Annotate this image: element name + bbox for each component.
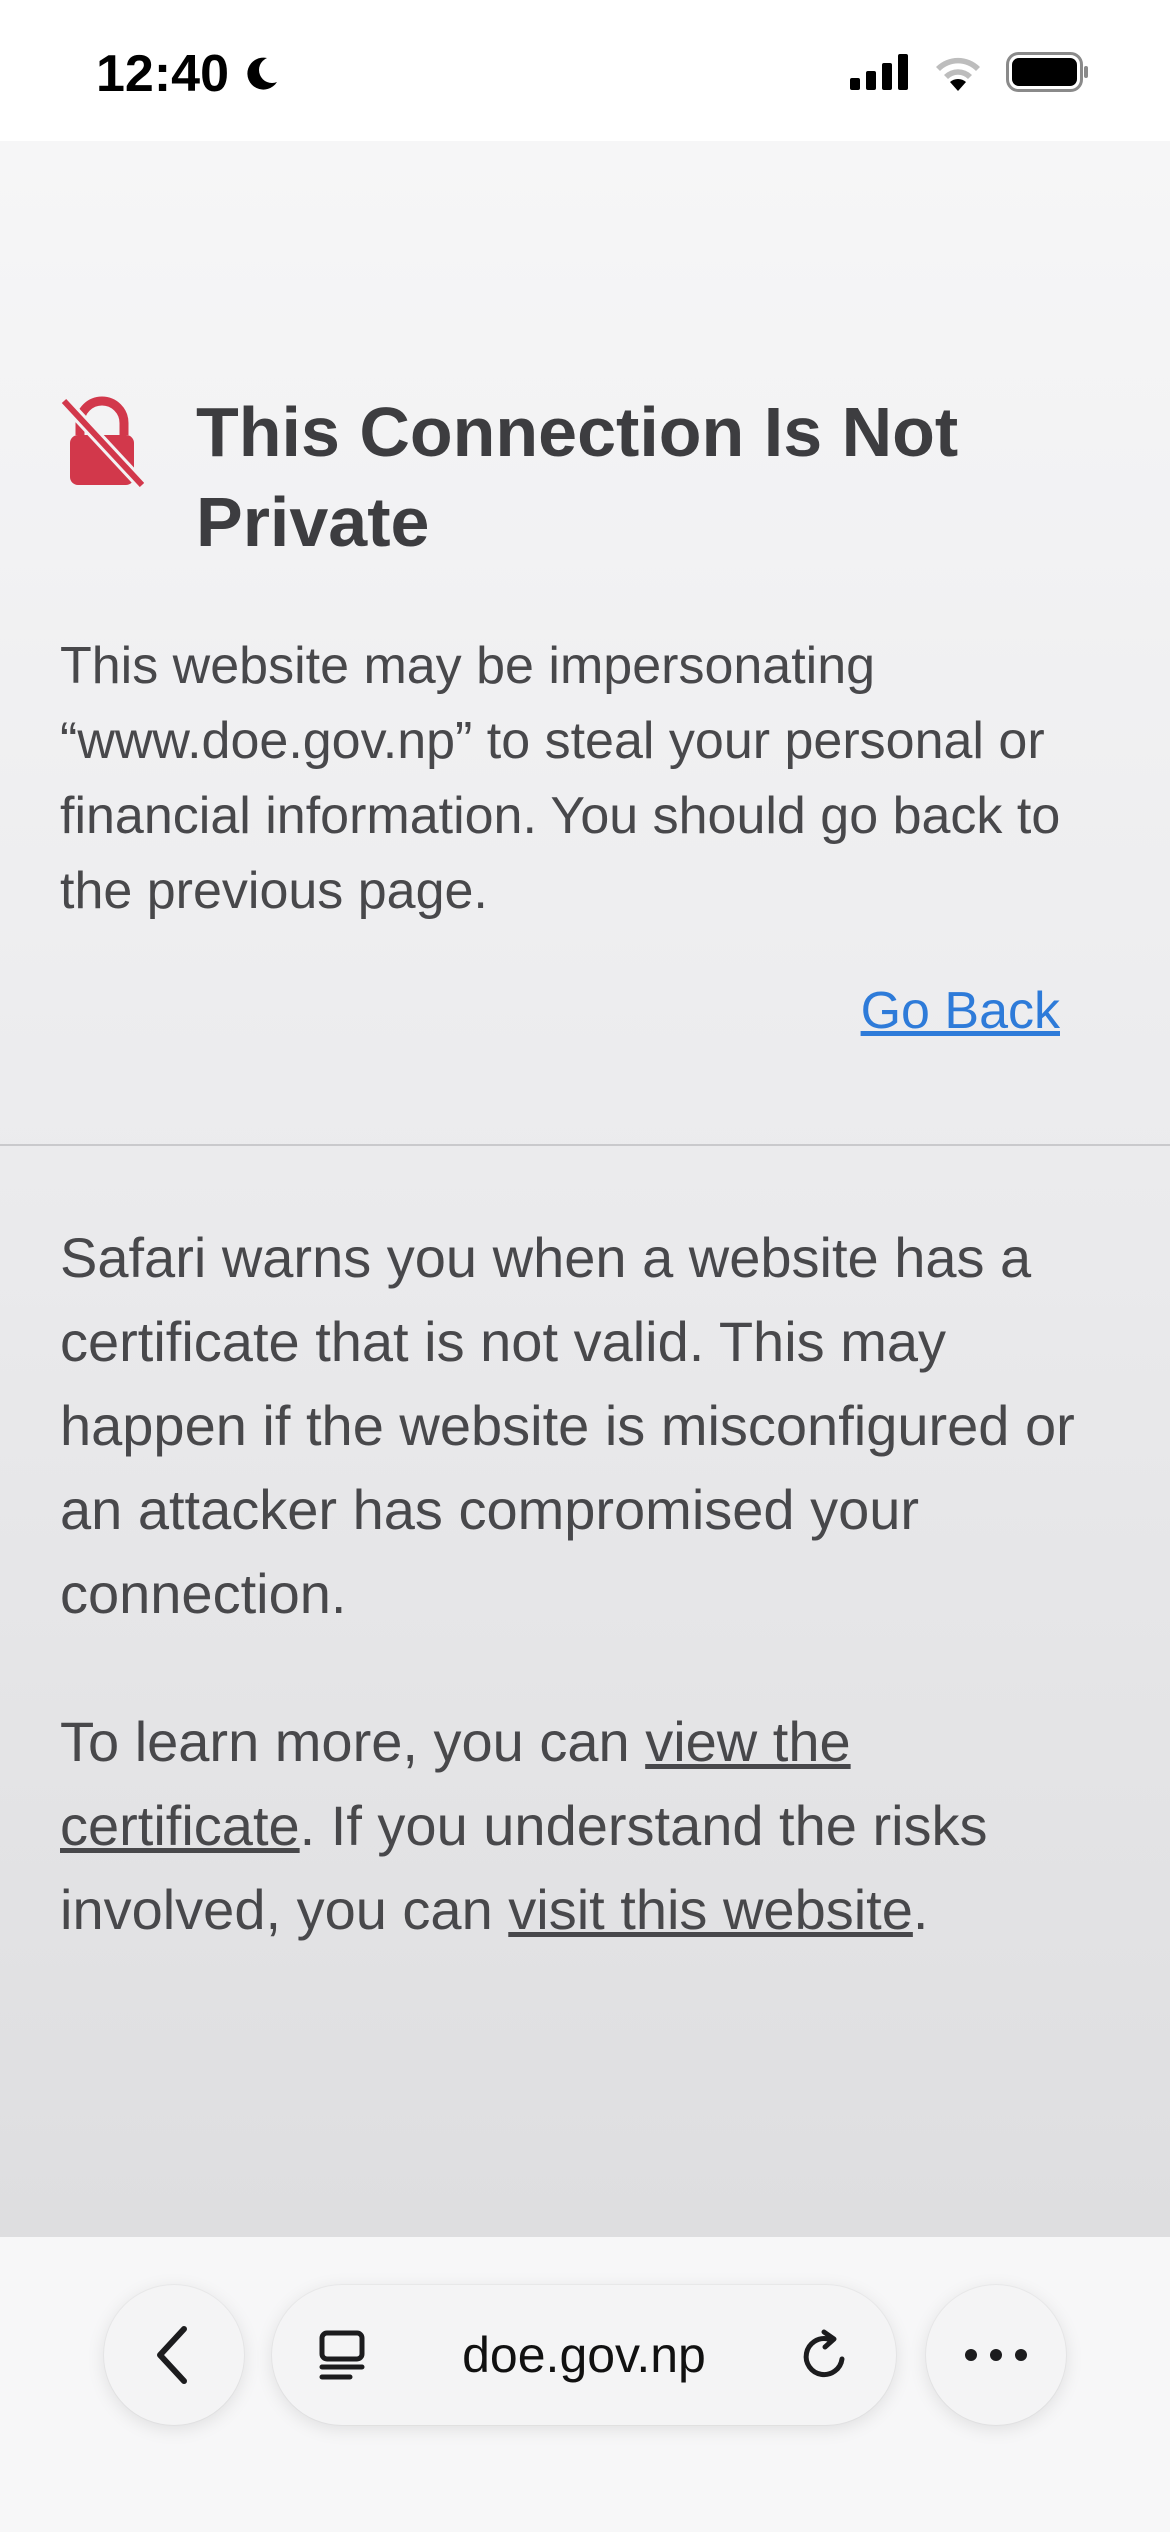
lock-slash-icon bbox=[60, 396, 144, 487]
browser-toolbar: doe.gov.np bbox=[0, 2237, 1170, 2532]
page-title: This Connection Is Not Private bbox=[196, 393, 959, 561]
visit-website-link[interactable]: visit this website bbox=[508, 1878, 913, 1941]
details-text-before: To learn more, you can bbox=[60, 1710, 646, 1773]
details-paragraph-2: To learn more, you can view the certific… bbox=[60, 1700, 1120, 1952]
address-text: doe.gov.np bbox=[462, 2327, 706, 2383]
status-time: 12:40 bbox=[96, 44, 281, 104]
warning-lead-text: This website may be impersonating “www.d… bbox=[60, 637, 1061, 920]
details-text-end: . bbox=[912, 1878, 929, 1941]
clock-text: 12:40 bbox=[96, 45, 229, 103]
address-bar[interactable]: doe.gov.np bbox=[272, 2285, 896, 2425]
wifi-icon bbox=[936, 57, 980, 91]
more-button[interactable] bbox=[926, 2285, 1066, 2425]
certificate-warning-page: This Connection Is Not Private This webs… bbox=[0, 141, 1170, 2237]
ellipsis-icon bbox=[965, 2349, 1027, 2361]
back-button[interactable] bbox=[104, 2285, 244, 2425]
chevron-left-icon bbox=[157, 2326, 187, 2384]
battery-icon bbox=[1006, 52, 1088, 92]
details-paragraph-1: Safari warns you when a website has a ce… bbox=[60, 1226, 1075, 1625]
go-back-link[interactable]: Go Back bbox=[861, 981, 1060, 1041]
reload-icon[interactable] bbox=[798, 2329, 852, 2383]
moon-icon bbox=[247, 57, 277, 90]
status-icons bbox=[850, 52, 1090, 92]
divider bbox=[0, 1144, 1170, 1146]
page-menu-icon[interactable] bbox=[316, 2329, 368, 2381]
status-bar: 12:40 bbox=[0, 0, 1170, 141]
cellular-signal-icon bbox=[850, 54, 908, 90]
